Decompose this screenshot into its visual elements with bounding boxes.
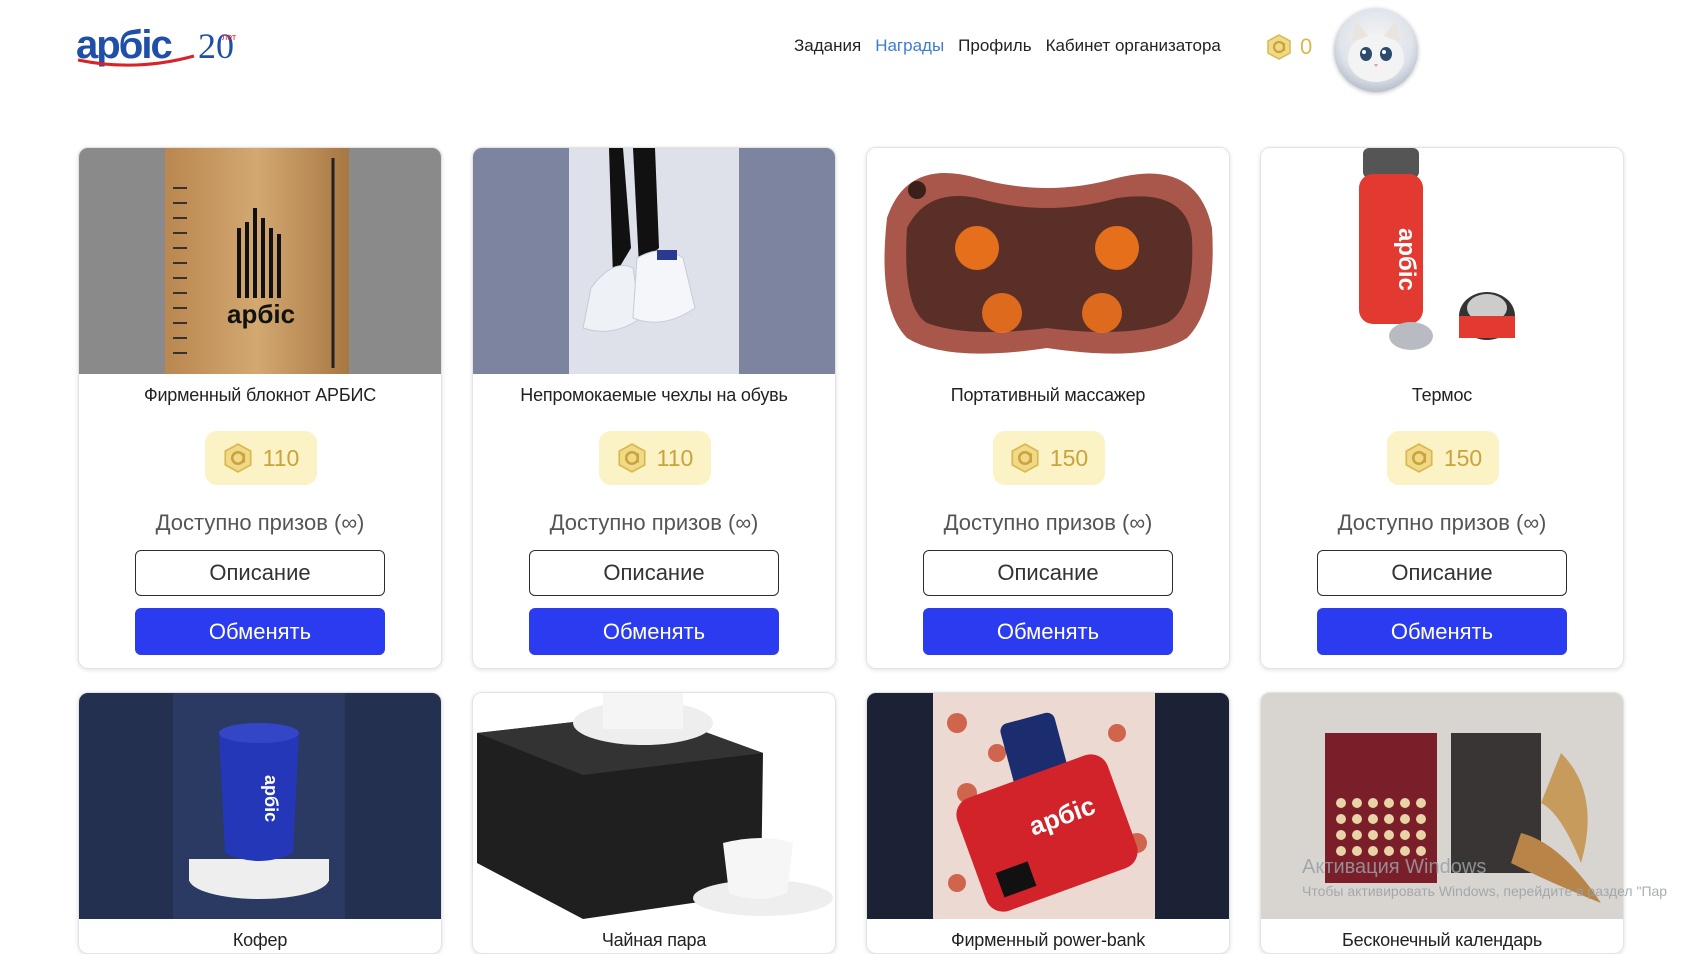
main-nav: Задания Награды Профиль Кабинет организа… bbox=[794, 36, 1221, 56]
exchange-button[interactable]: Обменять bbox=[529, 608, 779, 655]
reward-card: арбіс Фирменный power-bank bbox=[866, 692, 1230, 954]
coffee-cup-image: арбіс bbox=[79, 693, 441, 919]
exchange-button[interactable]: Обменять bbox=[1317, 608, 1567, 655]
reward-card: арбіс Фирменный блокнот АРБИС 110 Доступ… bbox=[78, 147, 442, 669]
description-button[interactable]: Описание bbox=[923, 550, 1173, 596]
price-value: 150 bbox=[1049, 444, 1089, 471]
available-count: Доступно призов (∞) bbox=[549, 510, 759, 535]
avatar[interactable] bbox=[1334, 8, 1418, 92]
price-value: 110 bbox=[656, 444, 694, 471]
header: арбіс 20 лет Задания Награды Профиль Каб… bbox=[0, 0, 1691, 110]
reward-card: Чайная пара bbox=[472, 692, 836, 954]
shoe-covers-image bbox=[473, 148, 835, 374]
windows-activation-watermark: Активация Windows Чтобы активировать Win… bbox=[1302, 856, 1667, 899]
reward-card: Непромокаемые чехлы на обувь 110 Доступн… bbox=[472, 147, 836, 669]
coin-balance: 0 bbox=[1266, 34, 1312, 60]
exchange-button[interactable]: Обменять bbox=[923, 608, 1173, 655]
massager-image bbox=[867, 148, 1229, 374]
notebook-image: арбіс bbox=[79, 148, 441, 374]
svg-text:арбіс: арбіс bbox=[76, 23, 173, 67]
price-value: 150 bbox=[1443, 444, 1483, 471]
svg-text:арбіс: арбіс bbox=[261, 775, 281, 822]
coin-icon bbox=[618, 443, 646, 473]
tea-pair-image bbox=[473, 693, 835, 919]
coin-icon bbox=[224, 443, 252, 473]
reward-price: 150 bbox=[1387, 431, 1499, 485]
reward-title: Непромокаемые чехлы на обувь bbox=[520, 385, 788, 405]
exchange-button[interactable]: Обменять bbox=[135, 608, 385, 655]
coin-icon bbox=[1405, 443, 1433, 473]
nav-tasks[interactable]: Задания bbox=[794, 36, 861, 56]
watermark-text: Чтобы активировать Windows, перейдите в … bbox=[1302, 883, 1668, 899]
reward-card: арбіс Кофер bbox=[78, 692, 442, 954]
description-button[interactable]: Описание bbox=[529, 550, 779, 596]
nav-profile[interactable]: Профиль bbox=[958, 36, 1031, 56]
power-bank-image: арбіс bbox=[867, 693, 1229, 919]
price-value: 110 bbox=[262, 444, 300, 471]
reward-title: Бесконечный календарь bbox=[1341, 930, 1542, 950]
svg-text:арбіс: арбіс bbox=[227, 299, 295, 329]
thermos-image: арбіс bbox=[1261, 148, 1623, 374]
reward-card: Портативный массажер 150 Доступно призов… bbox=[866, 147, 1230, 669]
reward-title: Фирменный блокнот АРБИС bbox=[143, 385, 377, 405]
description-button[interactable]: Описание bbox=[1317, 550, 1567, 596]
available-count: Доступно призов (∞) bbox=[155, 510, 365, 535]
nav-rewards[interactable]: Награды bbox=[875, 36, 944, 56]
reward-card: арбіс Термос 150 Доступно призов (∞) Опи… bbox=[1260, 147, 1624, 669]
coin-icon bbox=[1267, 34, 1291, 60]
reward-title: Портативный массажер bbox=[950, 385, 1146, 405]
svg-text:лет: лет bbox=[222, 32, 236, 42]
reward-title: Термос bbox=[1411, 385, 1473, 405]
svg-text:арбіс: арбіс bbox=[1393, 228, 1420, 291]
reward-card: Бесконечный календарь bbox=[1260, 692, 1624, 954]
cat-avatar-image bbox=[1348, 20, 1404, 82]
coin-icon bbox=[1011, 443, 1039, 473]
description-button[interactable]: Описание bbox=[135, 550, 385, 596]
available-count: Доступно призов (∞) bbox=[943, 510, 1153, 535]
nav-organizer-cabinet[interactable]: Кабинет организатора bbox=[1046, 36, 1221, 56]
arbis-logo[interactable]: арбіс 20 лет bbox=[76, 20, 238, 70]
reward-price: 150 bbox=[993, 431, 1105, 485]
reward-title: Кофер bbox=[232, 930, 288, 950]
reward-title: Чайная пара bbox=[601, 930, 707, 950]
reward-price: 110 bbox=[599, 431, 711, 485]
reward-price: 110 bbox=[205, 431, 317, 485]
reward-title: Фирменный power-bank bbox=[950, 930, 1146, 950]
available-count: Доступно призов (∞) bbox=[1337, 510, 1547, 535]
balance-value: 0 bbox=[1300, 34, 1313, 59]
watermark-title: Активация Windows bbox=[1302, 856, 1487, 878]
